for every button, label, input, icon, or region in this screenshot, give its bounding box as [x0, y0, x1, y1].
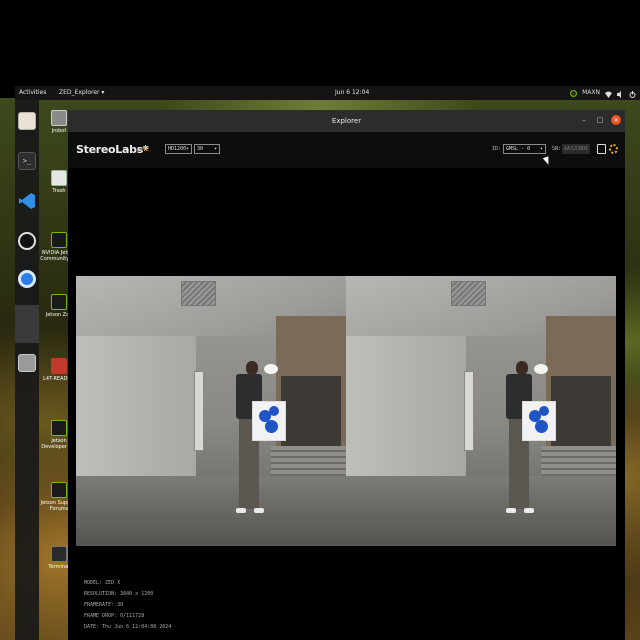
serial-field[interactable]: AA32CBDE	[562, 144, 590, 154]
maximize-button[interactable]: □	[595, 115, 605, 125]
robot-folder-icon	[51, 110, 67, 126]
folder-icon	[51, 358, 67, 374]
ceiling-vent	[181, 281, 216, 306]
chevron-down-icon: ▾	[213, 146, 217, 152]
info-framerate: FRAMERATE: 30	[84, 602, 124, 608]
right-camera-frame	[346, 276, 616, 546]
obs-icon[interactable]	[18, 232, 36, 250]
power-mode-label: MAXN	[582, 89, 600, 96]
files-icon[interactable]	[18, 112, 36, 130]
gear-icon[interactable]	[609, 144, 618, 154]
resolution-value: HD1200	[168, 146, 187, 152]
dock: >_	[15, 100, 39, 640]
hallway-opening	[551, 376, 611, 456]
ceiling-vent	[451, 281, 486, 306]
nvidia-icon	[51, 294, 67, 310]
nvidia-icon	[51, 420, 67, 436]
battery-icon[interactable]	[597, 144, 606, 154]
explorer-window: Explorer – □ × StereoLabs* LIVE HD1200 ▾…	[68, 110, 625, 640]
camera-id-select[interactable]: GMSL - 0 ▾	[503, 144, 546, 154]
hallway-floor	[346, 476, 616, 546]
chevron-down-icon: ▾	[185, 146, 189, 152]
app-menu[interactable]: ZED_Explorer ▾	[59, 86, 104, 100]
resolution-select[interactable]: HD1200 ▾	[165, 144, 192, 154]
explorer-toolbar: StereoLabs* LIVE HD1200 ▾ 30 ▾ ID: GMSL …	[68, 132, 625, 168]
person-head	[516, 361, 528, 375]
clock[interactable]: Jun 6 12:04	[335, 86, 369, 100]
nvidia-icon	[51, 232, 67, 248]
system-tray[interactable]: MAXN	[570, 86, 636, 100]
camera-id-value: GMSL - 0	[506, 146, 531, 152]
wall-window	[194, 371, 204, 451]
checker-poster	[252, 401, 286, 441]
info-frame-drop: FRAME DROP: 0/111728	[84, 613, 145, 619]
desktop-icon-label: Trash	[52, 188, 66, 194]
shoe	[506, 508, 516, 513]
zed-explorer-icon[interactable]	[15, 305, 39, 343]
live-indicator: LIVE	[137, 147, 150, 153]
screen: Activities ZED_Explorer ▾ Jun 6 12:04 MA…	[0, 0, 640, 640]
activities-button[interactable]: Activities	[19, 86, 46, 100]
power-icon[interactable]	[629, 90, 636, 98]
camera-id-label: ID:	[492, 146, 502, 152]
terminal-icon	[51, 546, 67, 562]
hallway-floor	[76, 476, 346, 546]
left-camera-frame	[76, 276, 346, 546]
info-date: DATE: Thu Jun 6 12:04:08 2024	[84, 624, 172, 630]
poster-blob	[269, 406, 279, 416]
person-head	[246, 361, 258, 375]
hallway-opening	[281, 376, 341, 456]
chromium-icon[interactable]	[18, 270, 36, 288]
desktop-icon-label: jrobot	[51, 128, 67, 134]
window-controls: – □ ×	[579, 115, 621, 125]
trash-icon	[51, 170, 67, 186]
system-top-bar: Activities ZED_Explorer ▾ Jun 6 12:04 MA…	[15, 86, 640, 100]
fps-value: 30	[197, 146, 204, 152]
serial-label: SN:	[552, 146, 562, 152]
network-icon[interactable]	[605, 90, 612, 98]
minimize-button[interactable]: –	[579, 115, 589, 125]
close-button[interactable]: ×	[611, 115, 621, 125]
shoe	[236, 508, 246, 513]
wall-window	[464, 371, 474, 451]
checker-poster	[522, 401, 556, 441]
poster-blob	[535, 420, 548, 433]
video-viewer: MODEL: ZED X RESOLUTION: 3840 x 1200 FRA…	[76, 178, 617, 640]
shoe	[524, 508, 534, 513]
poster-blob	[265, 420, 278, 433]
window-title: Explorer	[331, 117, 362, 125]
poster-blob	[539, 406, 549, 416]
nvidia-icon	[51, 482, 67, 498]
volume-icon[interactable]	[617, 90, 624, 98]
desktop-icon-label: Terminal	[48, 564, 70, 570]
chevron-down-icon: ▾	[539, 146, 543, 152]
camera-info-overlay: MODEL: ZED X RESOLUTION: 3840 x 1200 FRA…	[84, 578, 171, 633]
info-resolution: RESOLUTION: 3840 x 1200	[84, 591, 154, 597]
drive-icon[interactable]	[18, 354, 36, 372]
shoe	[254, 508, 264, 513]
wall-light	[534, 364, 548, 374]
info-model: MODEL: ZED X	[84, 580, 121, 586]
nvidia-power-icon[interactable]	[570, 89, 578, 97]
terminal-icon[interactable]: >_	[18, 152, 36, 170]
window-titlebar[interactable]: Explorer – □ ×	[68, 110, 625, 132]
vscode-icon[interactable]	[18, 192, 36, 210]
fps-select[interactable]: 30 ▾	[194, 144, 220, 154]
wall-light	[264, 364, 278, 374]
